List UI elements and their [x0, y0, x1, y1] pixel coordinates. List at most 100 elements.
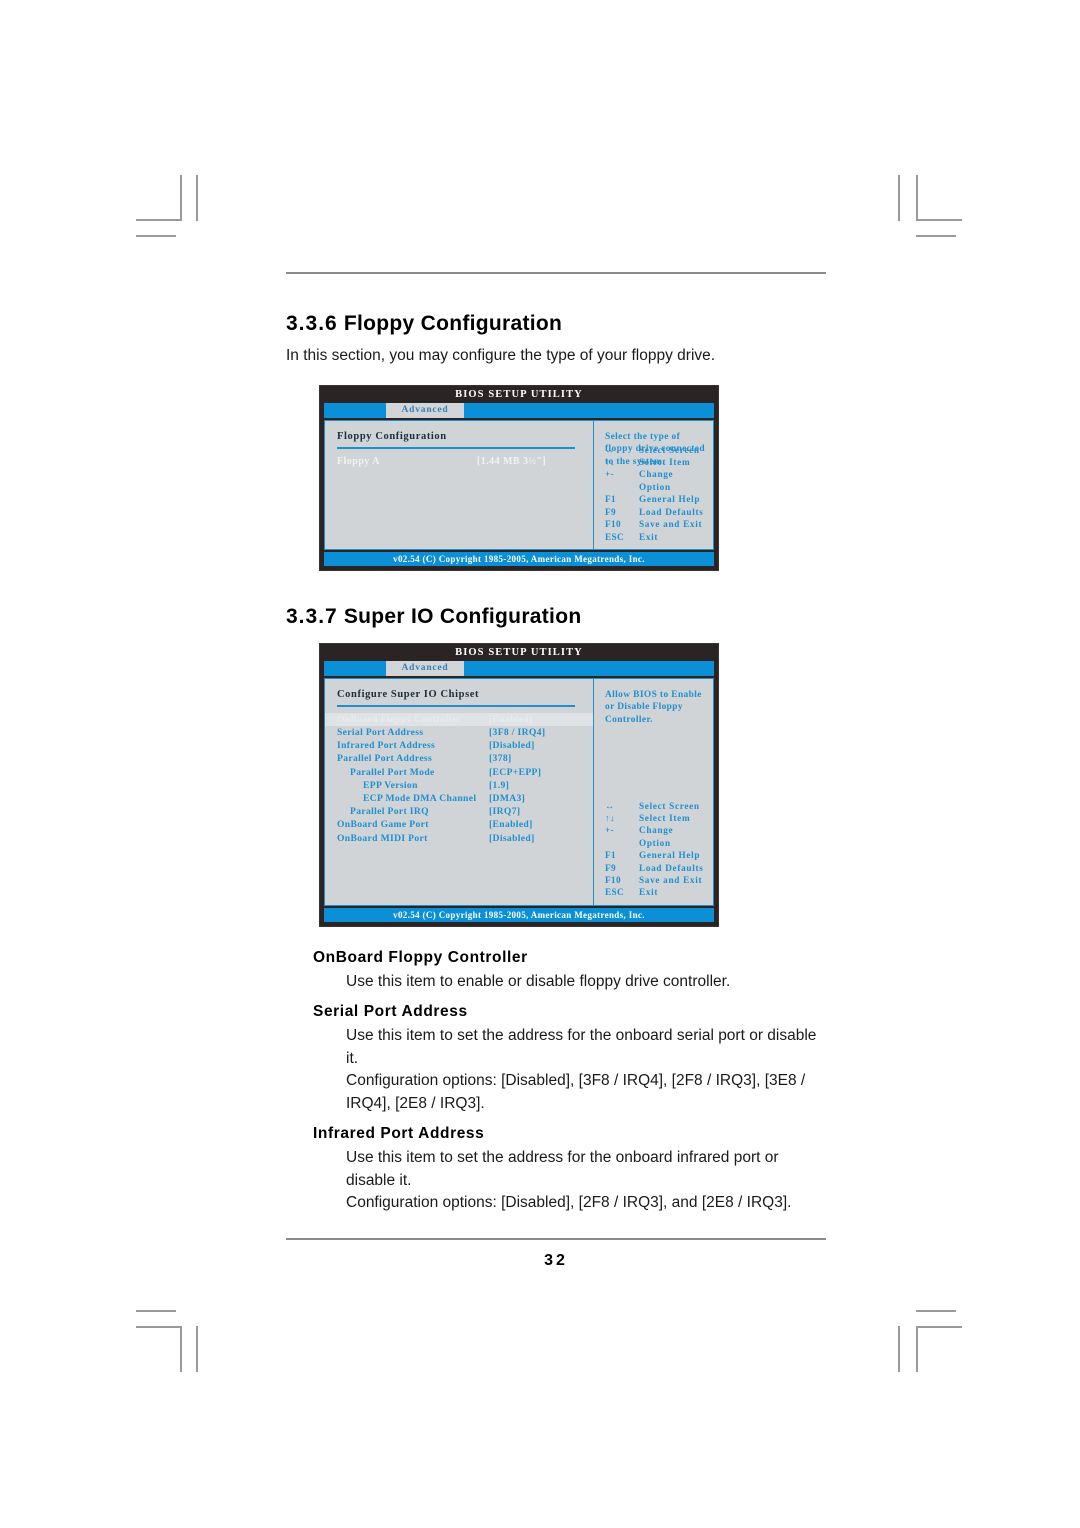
key-legend-desc: Select Screen — [639, 444, 700, 455]
bios-footer: v02.54 (C) Copyright 1985-2005, American… — [324, 551, 714, 566]
key-legend-desc: Save and Exit — [639, 519, 703, 530]
crop-mark-top-right — [890, 175, 986, 247]
bios-body: Configure Super IO Chipset OnBoard Flopp… — [324, 677, 714, 906]
key-legend-desc: General Help — [639, 850, 701, 861]
setting-value: [Enabled] — [489, 713, 533, 725]
setting-value: [378] — [489, 753, 512, 765]
key-legend-key: F9 — [605, 862, 617, 873]
description-line: Configuration options: [Disabled], [3F8 … — [346, 1072, 806, 1112]
description-title: Infrared Port Address — [313, 1125, 485, 1143]
key-legend-desc: Select Item — [639, 812, 691, 823]
setting-value: [1.9] — [489, 779, 510, 791]
key-legend-row: F10 Save and Exit — [605, 874, 707, 886]
key-legend-2: ↔ Select Screen ↑↓ Select Item +- Change Opti… — [605, 800, 707, 899]
setting-row[interactable]: Parallel Port IRQ [IRQ7] — [325, 805, 593, 818]
footer-rule — [286, 1238, 826, 1240]
panel-underline — [337, 446, 575, 449]
bios-screenshot-floppy: BIOS SETUP UTILITY Advanced Floppy Confi… — [319, 384, 719, 571]
key-legend-key: ESC — [605, 887, 625, 898]
description-line: Use this item to set the address for the… — [346, 1149, 779, 1189]
key-legend-row: F9 Load Defaults — [605, 862, 707, 874]
header-rule — [286, 272, 826, 274]
setting-value: [DMA3] — [489, 793, 526, 805]
panel-heading: Floppy Configuration — [337, 430, 447, 442]
setting-label: ECP Mode DMA Channel — [363, 793, 477, 805]
key-legend-key: ↑↓ — [605, 457, 615, 468]
setting-row[interactable]: OnBoard Game Port [Enabled] — [325, 818, 593, 831]
description-title: Serial Port Address — [313, 1003, 468, 1021]
section-title: Super IO Configuration — [343, 604, 582, 628]
key-legend-desc: Select Item — [639, 457, 691, 468]
help-text: Allow BIOS to Enable or Disable Floppy C… — [605, 689, 702, 725]
setting-value: [Disabled] — [489, 832, 535, 844]
bios-screenshot-superio: BIOS SETUP UTILITY Advanced Configure Su… — [319, 642, 719, 927]
section-intro-floppy: In this section, you may configure the t… — [286, 347, 716, 364]
key-legend-row: F1 General Help — [605, 493, 707, 505]
setting-label: OnBoard Game Port — [337, 819, 429, 831]
page-number: 32 — [544, 1252, 568, 1269]
setting-row[interactable]: OnBoard MIDI Port [Disabled] — [325, 832, 593, 845]
setting-value: [3F8 / IRQ4] — [489, 727, 546, 739]
crop-mark-bottom-left — [128, 1300, 224, 1378]
bios-help-pane: Select the type of floppy drive connecte… — [593, 419, 714, 550]
description-title: OnBoard Floppy Controller — [313, 948, 528, 966]
setting-value: [1.44 MB 3½"] — [477, 455, 547, 467]
bios-tab-strip: Advanced — [324, 402, 714, 418]
description-line: Use this item to set the address for the… — [346, 1027, 817, 1067]
key-legend-key: ↔ — [605, 444, 615, 455]
section-number: 3.3.7 — [286, 604, 338, 628]
key-legend-desc: Change Option — [639, 469, 674, 492]
bios-settings-pane: Floppy Configuration Floppy A [1.44 MB 3… — [324, 419, 593, 550]
setting-label: Infrared Port Address — [337, 740, 436, 752]
key-legend-row: ↔ Select Screen — [605, 800, 707, 812]
section-title: Floppy Configuration — [343, 312, 563, 335]
bios-footer: v02.54 (C) Copyright 1985-2005, American… — [324, 907, 714, 922]
key-legend-key: F9 — [605, 506, 617, 517]
bios-settings-pane: Configure Super IO Chipset OnBoard Flopp… — [324, 677, 593, 906]
bios-title-bar: BIOS SETUP UTILITY — [320, 643, 718, 661]
key-legend-key: ↑↓ — [605, 812, 615, 823]
crop-mark-bottom-right — [890, 1300, 986, 1378]
key-legend-key: F10 — [605, 874, 621, 885]
setting-label: Parallel Port Mode — [350, 766, 435, 778]
setting-row[interactable]: Parallel Port Mode [ECP+EPP] — [325, 766, 593, 779]
setting-row[interactable]: OnBoard Floppy Controller [Enabled] — [325, 712, 593, 727]
key-legend-row: +- Change Option — [605, 468, 707, 493]
setting-row[interactable]: Serial Port Address [3F8 / IRQ4] — [325, 726, 593, 739]
panel-underline — [337, 704, 575, 707]
setting-row-floppy-a[interactable]: Floppy A [1.44 MB 3½"] — [325, 455, 593, 469]
key-legend-key: F1 — [605, 850, 617, 861]
key-legend-key: ↔ — [605, 800, 615, 811]
setting-row[interactable]: ECP Mode DMA Channel [DMA3] — [325, 792, 593, 805]
key-legend-key: +- — [605, 825, 615, 836]
key-legend-desc: Change Option — [639, 825, 674, 848]
setting-row[interactable]: Infrared Port Address [Disabled] — [325, 739, 593, 752]
key-legend-row: ↑↓ Select Item — [605, 812, 707, 824]
setting-value: [Enabled] — [489, 819, 533, 831]
bios-body: Floppy Configuration Floppy A [1.44 MB 3… — [324, 419, 714, 550]
key-legend-row: +- Change Option — [605, 824, 707, 849]
key-legend-desc: Exit — [639, 887, 659, 898]
key-legend-row: F10 Save and Exit — [605, 518, 707, 530]
page-content: 3.3.6 Floppy Configuration In this secti… — [286, 272, 826, 1215]
section-heading-floppy: 3.3.6 Floppy Configuration — [286, 312, 826, 336]
key-legend-key: F1 — [605, 494, 617, 505]
setting-label: Parallel Port Address — [337, 753, 433, 765]
settings-list: OnBoard Floppy Controller [Enabled] Serial… — [325, 712, 593, 845]
description-item: Serial Port Address Use this item to set … — [286, 1003, 826, 1115]
key-legend-desc: Load Defaults — [639, 862, 704, 873]
setting-row[interactable]: EPP Version [1.9] — [325, 779, 593, 792]
setting-value: [ECP+EPP] — [489, 766, 542, 778]
description-line: Configuration options: [Disabled], [2F8 … — [346, 1194, 792, 1212]
description-line: Use this item to enable or disable flopp… — [346, 972, 731, 990]
setting-row[interactable]: Parallel Port Address [378] — [325, 752, 593, 765]
section-heading-superio: 3.3.7 Super IO Configuration — [286, 605, 826, 629]
setting-label: Parallel Port IRQ — [350, 806, 429, 818]
key-legend-desc: Load Defaults — [639, 506, 704, 517]
tab-advanced[interactable]: Advanced — [386, 660, 464, 676]
key-legend-key: +- — [605, 469, 615, 480]
description-item: OnBoard Floppy Controller Use this item t… — [286, 949, 826, 993]
key-legend-desc: Save and Exit — [639, 874, 703, 885]
key-legend-desc: Select Screen — [639, 800, 700, 811]
tab-advanced[interactable]: Advanced — [386, 402, 464, 418]
